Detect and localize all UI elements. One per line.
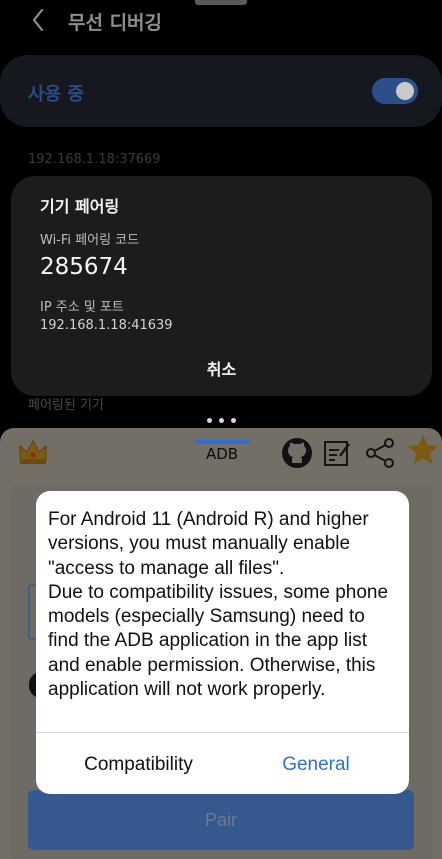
pair-button[interactable]: Pair bbox=[28, 790, 414, 850]
tab-indicator bbox=[195, 440, 250, 444]
compatibility-button[interactable]: Compatibility bbox=[56, 748, 221, 782]
share-icon[interactable] bbox=[363, 436, 397, 470]
pairing-code: 285674 bbox=[40, 254, 128, 280]
ip-port-label: IP 주소 및 포트 bbox=[40, 300, 124, 315]
back-chevron-icon[interactable] bbox=[28, 6, 50, 34]
ip-port-value: 192.168.1.18:41639 bbox=[40, 318, 173, 333]
github-icon[interactable] bbox=[280, 436, 314, 470]
ip-port-text: 192.168.1.18:37669 bbox=[28, 152, 161, 167]
pairing-code-label: Wi-Fi 페어링 코드 bbox=[40, 233, 140, 248]
usage-label: 사용 중 bbox=[28, 84, 84, 105]
dialog-divider bbox=[36, 732, 409, 733]
general-button[interactable]: General bbox=[236, 748, 396, 782]
compatibility-notice-dialog: For Android 11 (Android R) and higher ve… bbox=[36, 491, 409, 794]
edit-note-icon[interactable] bbox=[320, 436, 354, 470]
usage-toggle-switch[interactable] bbox=[372, 78, 418, 104]
wireless-debugging-screen: 무선 디버깅 사용 중 192.168.1.18:37669 페어링된 기기 기… bbox=[0, 0, 442, 420]
crown-icon[interactable] bbox=[16, 434, 50, 468]
notice-message: For Android 11 (Android R) and higher ve… bbox=[48, 509, 389, 701]
star-icon[interactable] bbox=[405, 432, 441, 468]
app-toolbar: ADB bbox=[0, 428, 442, 480]
pairing-dialog-title: 기기 페어링 bbox=[40, 197, 120, 216]
tab-adb[interactable]: ADB bbox=[199, 445, 245, 463]
page-title: 무선 디버깅 bbox=[68, 12, 163, 34]
top-handle[interactable] bbox=[195, 0, 247, 5]
toggle-knob bbox=[396, 82, 414, 100]
paired-devices-label: 페어링된 기기 bbox=[28, 398, 104, 413]
split-handle-dots-icon[interactable] bbox=[207, 418, 237, 424]
cancel-button[interactable]: 취소 bbox=[11, 356, 432, 380]
pairing-dialog: 기기 페어링 Wi-Fi 페어링 코드 285674 IP 주소 및 포트 19… bbox=[11, 176, 432, 396]
